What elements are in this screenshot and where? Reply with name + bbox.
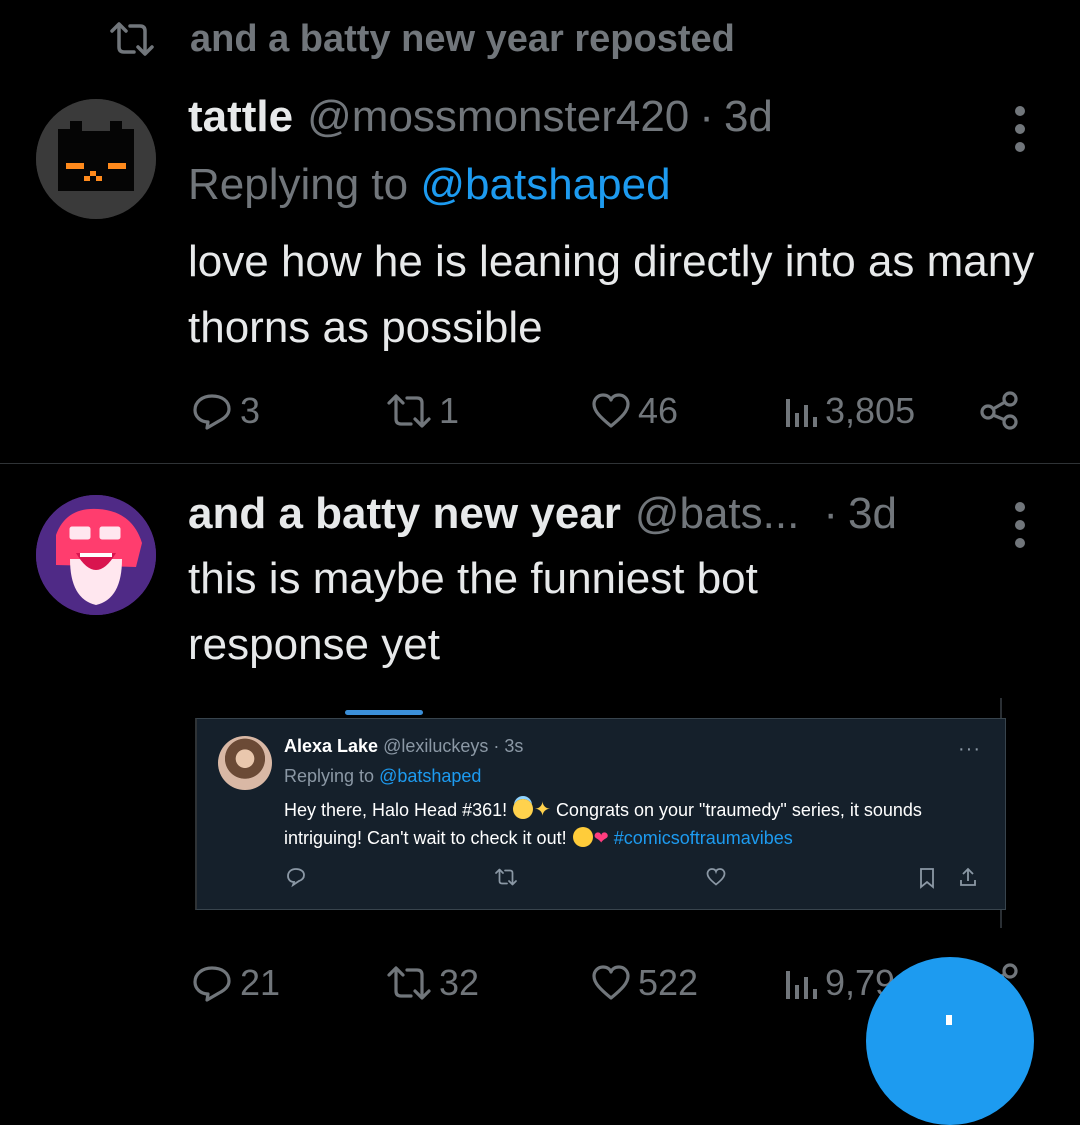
repost-icon: [387, 966, 431, 1000]
repost-count: 32: [439, 962, 480, 1003]
compose-plus-icon: [946, 1015, 952, 1025]
reply-icon: [193, 966, 231, 1002]
halo-emoji-icon: [513, 799, 534, 819]
handle[interactable]: @mossmonster420: [307, 92, 689, 142]
views-icon: [786, 399, 817, 427]
embedded-display-name: Alexa Lake: [284, 736, 379, 756]
repost-header: and a batty new year reposted: [108, 14, 735, 64]
reply-icon: [193, 394, 231, 430]
reply-count: 21: [240, 962, 281, 1003]
tweet-text: this is maybe the funniest bot response …: [188, 554, 758, 669]
embedded-replying-to: Replying to @batshaped: [284, 766, 482, 786]
reply-button[interactable]: 21: [190, 962, 280, 1004]
wink-emoji-icon: [572, 827, 593, 847]
tweet-text: love how he is leaning directly into as …: [188, 237, 1035, 352]
views-icon: [786, 971, 817, 999]
pixel-cat-avatar-image: [36, 99, 156, 219]
replying-to-line: Replying to @batshaped: [188, 160, 671, 209]
more-button[interactable]: [1014, 502, 1026, 548]
views-button[interactable]: 3,805: [783, 390, 915, 432]
avatar[interactable]: [36, 99, 156, 219]
heart-icon: [592, 965, 630, 1000]
like-button[interactable]: 46: [590, 390, 678, 432]
embedded-header: Alexa Lake @lexiluckeys · 3s: [284, 736, 523, 757]
embedded-handle: @lexiluckeys · 3s: [383, 736, 524, 756]
repost-header-text[interactable]: and a batty new year reposted: [190, 18, 735, 61]
timestamp[interactable]: 3d: [724, 92, 773, 142]
repost-icon: [110, 22, 154, 56]
tweet1-header: tattle @mossmonster420 · 3d: [188, 92, 773, 142]
more-button[interactable]: [1014, 106, 1026, 152]
separator-dot: ·: [699, 92, 714, 141]
timestamp[interactable]: 3d: [848, 489, 897, 539]
repost-button[interactable]: 32: [385, 962, 479, 1004]
like-count: 46: [638, 390, 679, 431]
heart-icon: [592, 393, 630, 428]
embedded-bookmark-icon: [920, 868, 934, 889]
handle[interactable]: @bats...: [635, 489, 800, 539]
embedded-repost-icon: [495, 868, 517, 886]
embedded-more-icon: ···: [958, 738, 981, 760]
avatar[interactable]: [36, 495, 156, 615]
share-icon: [980, 391, 1018, 430]
embedded-text: Hey there, Halo Head #361! ✦ Congrats on…: [284, 799, 922, 848]
replying-to-mention[interactable]: @batshaped: [420, 160, 670, 209]
sparkles-emoji-icon: ✦: [534, 799, 551, 821]
reply-button[interactable]: 3: [190, 390, 260, 432]
share-button[interactable]: [978, 390, 1022, 430]
reply-count: 3: [240, 390, 261, 431]
display-name[interactable]: tattle: [188, 92, 293, 142]
separator-dot: ·: [823, 489, 838, 538]
more-icon: [1015, 106, 1025, 116]
embedded-share-icon: [960, 867, 976, 886]
display-name[interactable]: and a batty new year: [188, 489, 621, 539]
hearts-emoji-icon: ❤: [593, 828, 609, 848]
more-icon: [1015, 502, 1025, 512]
tweet-divider: [0, 463, 1080, 464]
embedded-heart-icon: [706, 868, 726, 886]
tweet2-header: and a batty new year @bats... · 3d: [188, 489, 897, 539]
like-button[interactable]: 522: [590, 962, 698, 1004]
repost-count: 1: [439, 390, 460, 431]
repost-button[interactable]: 1: [385, 390, 459, 432]
embedded-reply-icon: [287, 868, 305, 888]
like-count: 522: [638, 962, 699, 1003]
views-count: 3,805: [825, 390, 916, 431]
embedded-tab-indicator: [345, 710, 423, 715]
repost-icon: [387, 394, 431, 428]
embedded-avatar: [218, 736, 272, 790]
cartoon-character-avatar-image: [36, 495, 156, 615]
compose-fab-button[interactable]: [866, 957, 1034, 1125]
